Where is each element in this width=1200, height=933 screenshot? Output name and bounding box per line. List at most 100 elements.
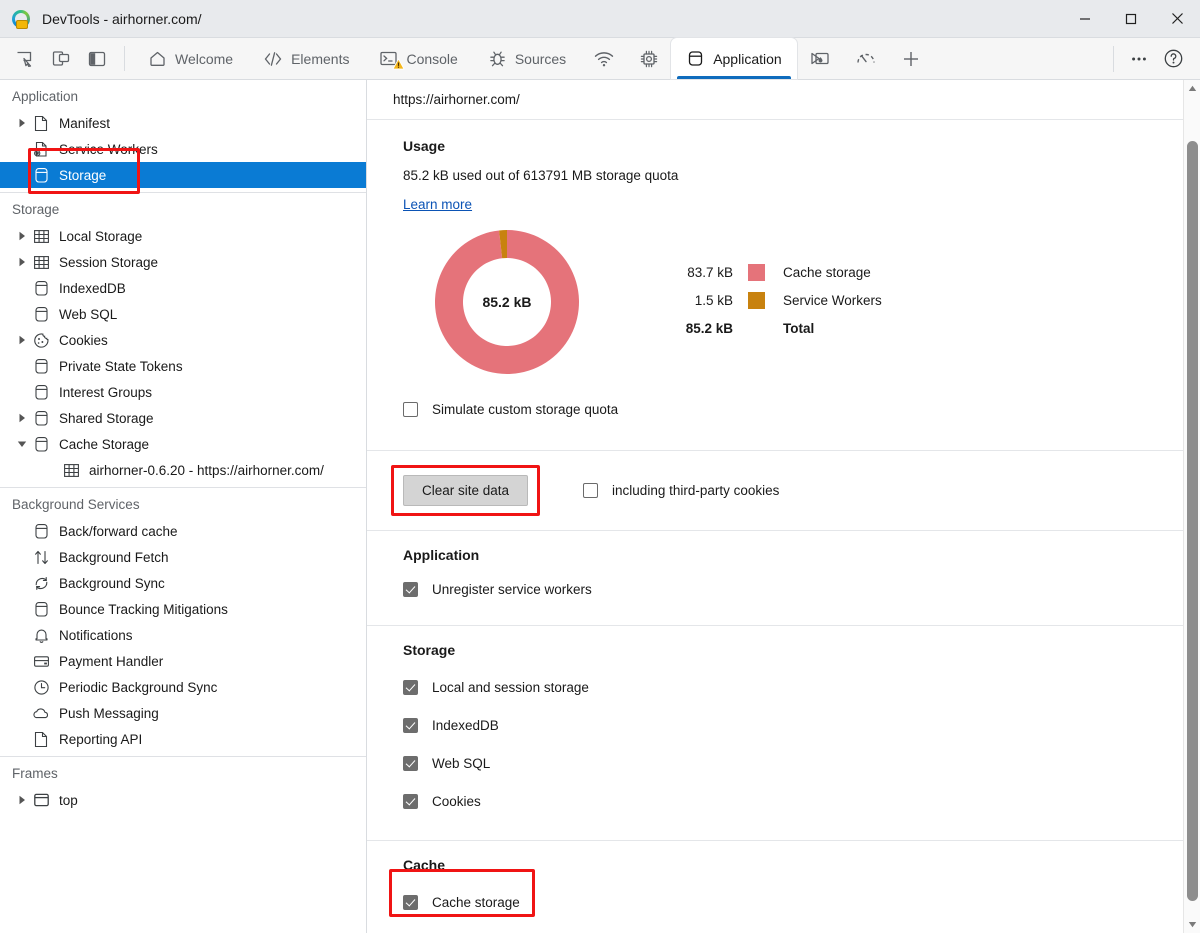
sidebar-item-web-sql[interactable]: Web SQL <box>0 301 366 327</box>
tab-network[interactable] <box>581 38 627 79</box>
third-party-cookies-row[interactable]: including third-party cookies <box>583 478 779 504</box>
twisty-collapsed-icon[interactable] <box>14 115 30 131</box>
more-options-icon[interactable] <box>1122 42 1156 76</box>
clear-option-cache-storage[interactable]: Cache storage <box>403 883 1200 921</box>
clear-option-cookies[interactable]: Cookies <box>403 782 1200 820</box>
vertical-scrollbar[interactable] <box>1183 80 1200 933</box>
checkbox[interactable] <box>403 718 418 733</box>
table-grid-icon <box>32 253 50 271</box>
sidebar-group-storage: StorageLocal StorageSession StorageIndex… <box>0 193 366 488</box>
add-tab-button[interactable] <box>889 38 933 79</box>
storage-cylinder-icon <box>32 383 50 401</box>
inspect-element-icon[interactable] <box>8 42 42 76</box>
clear-site-data-button[interactable]: Clear site data <box>403 475 528 506</box>
clear-site-data-row: Clear site data including third-party co… <box>367 451 1200 530</box>
window-controls <box>1062 0 1200 38</box>
usage-summary: 85.2 kB used out of 613791 MB storage qu… <box>403 168 1174 183</box>
sidebar-item-session-storage[interactable]: Session Storage <box>0 249 366 275</box>
tab-elements[interactable]: Elements <box>248 38 364 79</box>
storage-cylinder-icon <box>32 435 50 453</box>
sidebar-group-background-services: Background ServicesBack/forward cacheBac… <box>0 488 366 757</box>
sidebar-item-shared-storage[interactable]: Shared Storage <box>0 405 366 431</box>
minimize-button[interactable] <box>1062 0 1108 38</box>
scrollbar-thumb[interactable] <box>1187 141 1198 901</box>
sidebar-item-background-fetch[interactable]: Background Fetch <box>0 544 366 570</box>
clear-option-local-and-session-storage[interactable]: Local and session storage <box>403 668 1200 706</box>
table-grid-icon <box>32 227 50 245</box>
checkbox-label: Local and session storage <box>432 680 589 695</box>
tab-lighthouse[interactable] <box>843 38 889 79</box>
sidebar-item-back-forward-cache[interactable]: Back/forward cache <box>0 518 366 544</box>
sidebar-item-payment-handler[interactable]: Payment Handler <box>0 648 366 674</box>
legend-item-service-workers: 1.5 kB Service Workers <box>661 286 882 314</box>
twisty-collapsed-icon[interactable] <box>14 254 30 270</box>
toolbar-separator <box>124 46 125 71</box>
tab-sources[interactable]: Sources <box>473 38 581 79</box>
sidebar-item-periodic-background-sync[interactable]: Periodic Background Sync <box>0 674 366 700</box>
sidebar-item-manifest[interactable]: Manifest <box>0 110 366 136</box>
twisty-expanded-icon[interactable] <box>14 436 30 452</box>
clear-option-web-sql[interactable]: Web SQL <box>403 744 1200 782</box>
scroll-down-arrow-icon[interactable] <box>1184 916 1200 933</box>
storage-panel: https://airhorner.com/ Usage 85.2 kB use… <box>367 80 1200 933</box>
twisty-collapsed-icon[interactable] <box>14 410 30 426</box>
sidebar-item-label: Web SQL <box>59 307 117 322</box>
checkbox-label: Unregister service workers <box>432 582 592 597</box>
learn-more-link[interactable]: Learn more <box>403 197 472 212</box>
maximize-button[interactable] <box>1108 0 1154 38</box>
sidebar-item-label: Private State Tokens <box>59 359 183 374</box>
sidebar-item-label: Payment Handler <box>59 654 163 669</box>
twisty-collapsed-icon[interactable] <box>14 792 30 808</box>
help-question-icon[interactable] <box>1156 42 1190 76</box>
tab-application[interactable]: Application <box>671 38 797 79</box>
sidebar-item-background-sync[interactable]: Background Sync <box>0 570 366 596</box>
twisty-collapsed-icon[interactable] <box>14 332 30 348</box>
scroll-up-arrow-icon[interactable] <box>1184 80 1200 97</box>
clear-option-unregister-service-workers[interactable]: Unregister service workers <box>403 573 1200 605</box>
sidebar-item-label: Shared Storage <box>59 411 154 426</box>
checkbox[interactable] <box>403 794 418 809</box>
sidebar-item-cache-storage[interactable]: Cache Storage <box>0 431 366 457</box>
dock-side-icon[interactable] <box>80 42 114 76</box>
device-toolbar-icon[interactable] <box>44 42 78 76</box>
checkbox-label: Cookies <box>432 794 481 809</box>
clear-option-indexeddb[interactable]: IndexedDB <box>403 706 1200 744</box>
tab-welcome[interactable]: Welcome <box>133 38 248 79</box>
sidebar-item-interest-groups[interactable]: Interest Groups <box>0 379 366 405</box>
sidebar-item-label: airhorner-0.6.20 - https://airhorner.com… <box>89 463 324 478</box>
tab-memory[interactable] <box>797 38 843 79</box>
third-party-cookies-checkbox[interactable] <box>583 483 598 498</box>
checkbox-label: IndexedDB <box>432 718 499 733</box>
sidebar-item-top[interactable]: top <box>0 787 366 813</box>
sidebar-item-cookies[interactable]: Cookies <box>0 327 366 353</box>
sidebar-item-storage[interactable]: Storage <box>0 162 366 188</box>
devtools-tab-bar: Welcome Elements Console Sources <box>0 38 1200 80</box>
sidebar-item-notifications[interactable]: Notifications <box>0 622 366 648</box>
twisty-collapsed-icon[interactable] <box>14 228 30 244</box>
usage-donut-chart: 85.2 kB <box>433 228 581 376</box>
tab-performance[interactable] <box>627 38 671 79</box>
sidebar-item-indexeddb[interactable]: IndexedDB <box>0 275 366 301</box>
sidebar-item-label: Notifications <box>59 628 133 643</box>
bell-icon <box>32 626 50 644</box>
sidebar-item-push-messaging[interactable]: Push Messaging <box>0 700 366 726</box>
checkbox[interactable] <box>403 680 418 695</box>
clear-button-wrapper: Clear site data <box>403 475 528 506</box>
checkbox[interactable] <box>403 756 418 771</box>
checkbox[interactable] <box>403 895 418 910</box>
simulate-quota-checkbox[interactable] <box>403 402 418 417</box>
close-button[interactable] <box>1154 0 1200 38</box>
checkbox[interactable] <box>403 582 418 597</box>
sidebar-item-private-state-tokens[interactable]: Private State Tokens <box>0 353 366 379</box>
tab-console[interactable]: Console <box>364 38 472 79</box>
sidebar-item-service-workers[interactable]: Service Workers <box>0 136 366 162</box>
sidebar-item-label: Background Fetch <box>59 550 169 565</box>
tab-label: Welcome <box>175 51 233 67</box>
simulate-quota-row[interactable]: Simulate custom storage quota <box>403 396 1174 422</box>
sidebar-item-bounce-tracking-mitigations[interactable]: Bounce Tracking Mitigations <box>0 596 366 622</box>
sidebar-item-reporting-api[interactable]: Reporting API <box>0 726 366 752</box>
sidebar-item-airhorner-0-6-20-https-airhorner-com[interactable]: airhorner-0.6.20 - https://airhorner.com… <box>0 457 366 483</box>
scrollbar-track[interactable] <box>1184 97 1200 916</box>
sidebar-item-local-storage[interactable]: Local Storage <box>0 223 366 249</box>
legend-value: 1.5 kB <box>661 293 733 308</box>
